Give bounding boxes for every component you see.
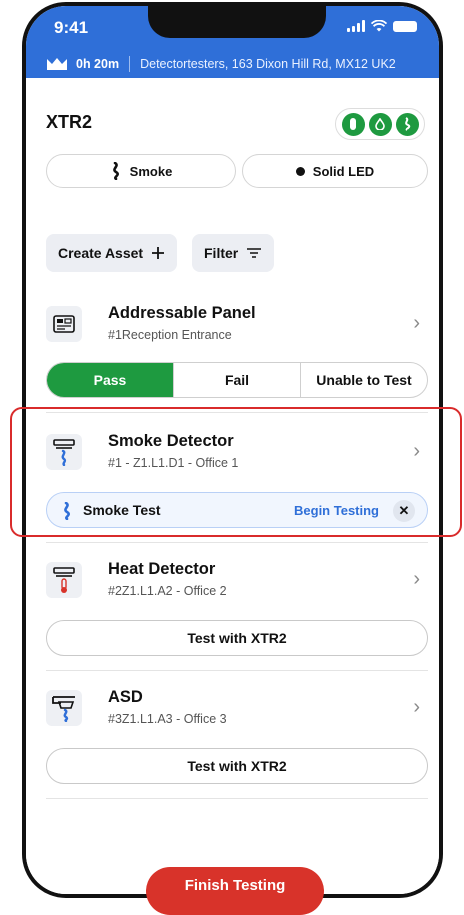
status-time: 9:41 xyxy=(54,18,89,37)
finish-testing-button[interactable]: Finish Testing xyxy=(146,867,324,915)
system-icons xyxy=(347,20,417,32)
crown-icon xyxy=(47,58,67,70)
info-divider xyxy=(129,56,131,72)
signal-icon xyxy=(347,20,365,32)
result-segmented-control: Pass Fail Unable to Test xyxy=(46,362,428,398)
create-asset-button[interactable]: Create Asset xyxy=(46,234,178,272)
divider xyxy=(46,542,428,543)
status-bar: 9:41 xyxy=(26,6,439,50)
chevron-right-icon[interactable]: › xyxy=(413,312,420,335)
test-with-xtr2-button[interactable]: Test with XTR2 xyxy=(46,620,428,656)
device-name: XTR2 xyxy=(46,112,93,132)
asset-title: Heat Detector xyxy=(108,560,216,578)
panel-icon xyxy=(46,306,82,342)
led-mode-label: Solid LED xyxy=(312,163,375,179)
highlight-outline xyxy=(10,407,462,537)
heat-detector-icon xyxy=(46,562,82,598)
smoke-mode-pill[interactable]: Smoke xyxy=(46,154,236,188)
led-dot-icon xyxy=(295,166,305,176)
chevron-right-icon[interactable]: › xyxy=(413,568,420,591)
device-status-indicators[interactable] xyxy=(335,108,425,140)
led-mode-pill[interactable]: Solid LED xyxy=(242,154,428,188)
asset-subtitle: #1Reception Entrance xyxy=(108,328,232,342)
filter-button[interactable]: Filter xyxy=(192,234,275,272)
session-location: Detectortesters, 163 Dixon Hill Rd, MX12… xyxy=(140,57,396,71)
divider xyxy=(46,670,428,671)
test-with-xtr2-button[interactable]: Test with XTR2 xyxy=(46,748,428,784)
wifi-icon xyxy=(371,20,387,32)
asset-subtitle: #3Z1.L1.A3 - Office 3 xyxy=(108,712,227,726)
create-asset-label: Create Asset xyxy=(58,245,144,261)
fail-button[interactable]: Fail xyxy=(173,363,300,397)
device-card: XTR2 Smoke Solid LED xyxy=(26,78,439,212)
asset-title: Addressable Panel xyxy=(108,304,256,322)
battery-status-icon xyxy=(341,112,365,136)
smoke-status-icon xyxy=(395,112,419,136)
session-duration: 0h 20m xyxy=(76,57,120,71)
filter-label: Filter xyxy=(204,245,239,261)
filter-icon xyxy=(247,248,262,258)
heat-status-icon xyxy=(368,112,392,136)
pass-button[interactable]: Pass xyxy=(47,363,173,397)
chevron-right-icon[interactable]: › xyxy=(413,696,420,719)
asset-subtitle: #2Z1.L1.A2 - Office 2 xyxy=(108,584,227,598)
smoke-icon xyxy=(112,162,119,180)
divider xyxy=(46,798,428,799)
asset-title: ASD xyxy=(108,688,143,706)
smoke-mode-label: Smoke xyxy=(129,163,173,179)
notch xyxy=(148,6,326,38)
plus-icon xyxy=(152,247,165,259)
asd-icon xyxy=(46,690,82,726)
info-bar: 0h 20m Detectortesters, 163 Dixon Hill R… xyxy=(26,50,439,78)
unable-to-test-button[interactable]: Unable to Test xyxy=(300,363,427,397)
battery-icon xyxy=(393,20,417,32)
asset-list: Create Asset Filter Addressable Panel #1… xyxy=(26,212,439,894)
